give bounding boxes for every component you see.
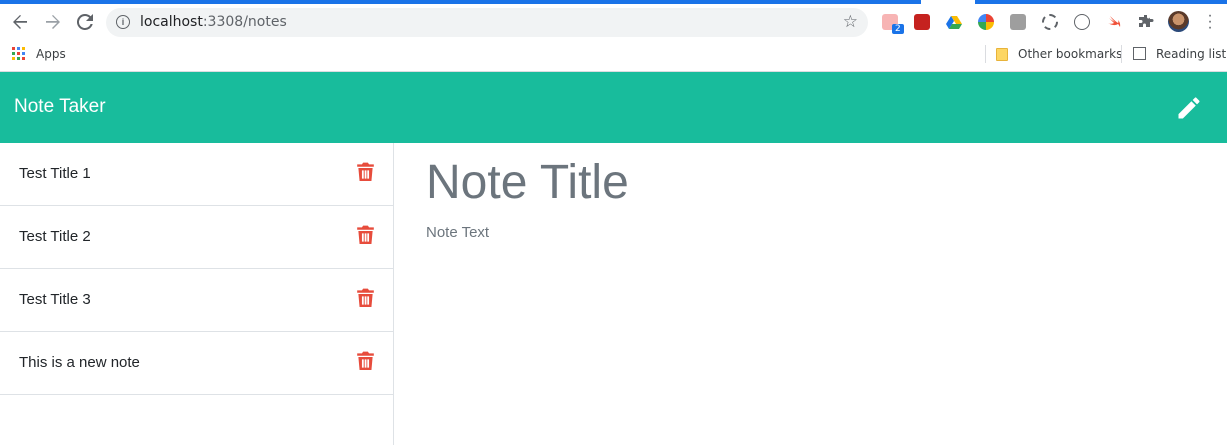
list-item[interactable]: Test Title 2 — [0, 206, 393, 269]
avatar[interactable] — [1168, 11, 1189, 32]
back-icon[interactable] — [7, 9, 33, 35]
folder-icon[interactable] — [996, 48, 1008, 61]
trash-icon[interactable] — [357, 351, 374, 370]
notes-sidebar: Test Title 1 Test Title 2 Test Title 3 T… — [0, 143, 394, 445]
note-text-input[interactable]: Note Text — [426, 224, 489, 241]
extensions-puzzle-icon[interactable] — [1138, 14, 1154, 30]
trash-icon[interactable] — [357, 288, 374, 307]
note-title[interactable]: Test Title 1 — [19, 165, 91, 182]
apps-link[interactable]: Apps — [36, 47, 66, 61]
reading-list-link[interactable]: Reading list — [1156, 47, 1226, 61]
site-info-icon[interactable]: i — [116, 15, 130, 29]
browser-chrome: i localhost:3308/notes ☆ 2 · · · Apps Ot… — [0, 0, 1227, 72]
apps-grid-icon[interactable] — [12, 47, 25, 60]
bookmark-star-icon[interactable]: ☆ — [843, 12, 858, 32]
note-editor: Note Title Note Text — [394, 143, 1227, 445]
url-text[interactable]: localhost:3308/notes — [140, 14, 287, 30]
note-title[interactable]: Test Title 2 — [19, 228, 91, 245]
browser-toolbar: i localhost:3308/notes ☆ 2 · · · — [0, 4, 1227, 40]
reading-list-icon[interactable] — [1133, 47, 1146, 60]
address-bar[interactable]: i localhost:3308/notes ☆ — [106, 8, 868, 37]
note-title-input[interactable]: Note Title — [426, 155, 1206, 210]
other-bookmarks-link[interactable]: Other bookmarks — [1018, 47, 1122, 61]
trash-icon[interactable] — [357, 162, 374, 181]
app-navbar: Note Taker — [0, 72, 1227, 143]
swift-extension-icon[interactable] — [1106, 14, 1122, 30]
note-title[interactable]: Test Title 3 — [19, 291, 91, 308]
trash-icon[interactable] — [357, 225, 374, 244]
puzzle-grey-icon[interactable] — [1010, 14, 1026, 30]
devtools-extension-icon[interactable] — [1074, 14, 1090, 30]
chrome-extension-icon[interactable] — [978, 14, 994, 30]
more-menu-icon[interactable]: · · · — [1204, 8, 1216, 36]
drive-extension-icon[interactable] — [946, 14, 962, 30]
new-note-pencil-icon[interactable] — [1175, 94, 1203, 122]
reload-icon[interactable] — [72, 9, 98, 35]
list-item[interactable]: Test Title 1 — [0, 143, 393, 206]
note-title[interactable]: This is a new note — [19, 354, 140, 371]
pdf-extension-icon[interactable] — [914, 14, 930, 30]
list-item[interactable]: Test Title 3 — [0, 269, 393, 332]
extension-badge: 2 — [892, 24, 904, 34]
forward-icon[interactable] — [40, 9, 66, 35]
list-item[interactable]: This is a new note — [0, 332, 393, 395]
bookmarks-bar: Apps Other bookmarks Reading list — [0, 40, 1227, 68]
gear-extension-icon[interactable] — [1042, 14, 1058, 30]
app-brand[interactable]: Note Taker — [14, 96, 106, 118]
